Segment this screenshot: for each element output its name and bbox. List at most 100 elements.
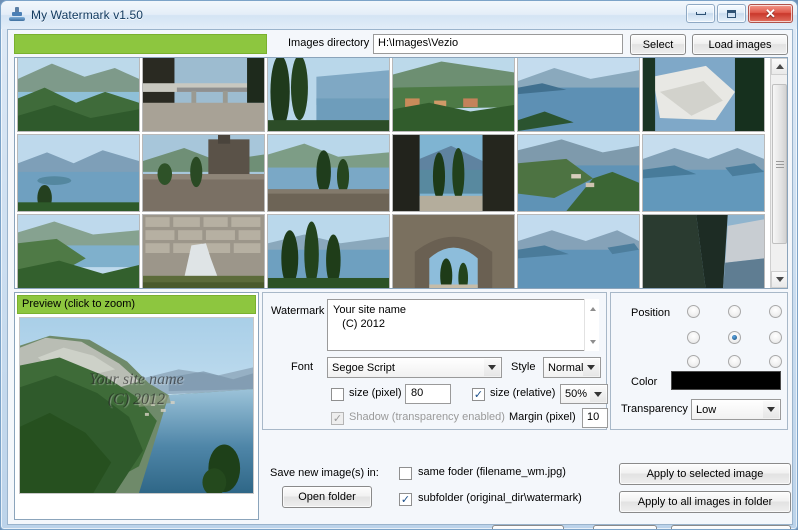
size-relative-checkbox[interactable] xyxy=(472,388,485,401)
margin-input[interactable]: 10 xyxy=(582,408,608,428)
thumbnail-item[interactable] xyxy=(392,214,515,288)
thumbnail-item[interactable] xyxy=(142,214,265,288)
images-directory-input[interactable]: H:\Images\Vezio xyxy=(373,34,623,54)
position-radio-middle-right[interactable] xyxy=(769,331,782,344)
thumbnail-grid-panel[interactable] xyxy=(14,57,788,289)
watermark-textarea-scrollbar[interactable] xyxy=(584,299,599,351)
title-bar: My Watermark v1.50 ✕ xyxy=(1,1,797,29)
style-select[interactable]: Normal xyxy=(543,357,601,378)
color-swatch[interactable] xyxy=(671,371,781,390)
window-title: My Watermark v1.50 xyxy=(31,8,144,22)
style-label: Style xyxy=(511,361,536,373)
chevron-down-icon[interactable] xyxy=(583,359,599,376)
position-settings-group: Position Color Transparency Low xyxy=(610,292,788,430)
application-window: My Watermark v1.50 ✕ Images directory H:… xyxy=(0,0,798,530)
watermark-settings-group: Watermark Your site name (C) 2012 Font S… xyxy=(262,292,608,430)
font-select[interactable]: Segoe Script xyxy=(327,357,502,378)
size-relative-select[interactable]: 50% xyxy=(560,384,608,404)
preview-image[interactable]: Your site name (C) 2012 xyxy=(19,317,254,494)
thumbnail-item[interactable] xyxy=(517,58,640,132)
thumbnail-item[interactable] xyxy=(267,214,390,288)
position-radio-bottom-right[interactable] xyxy=(769,355,782,368)
font-label: Font xyxy=(291,361,314,373)
open-folder-button[interactable]: Open folder xyxy=(282,486,372,508)
thumbnail-item[interactable] xyxy=(267,58,390,132)
scroll-up-icon[interactable] xyxy=(585,301,600,316)
thumbnail-item[interactable] xyxy=(17,58,140,132)
size-pixel-label: size (pixel) xyxy=(349,387,402,399)
size-relative-label: size (relative) xyxy=(490,387,556,399)
apply-to-selected-image-button[interactable]: Apply to selected image xyxy=(619,463,791,485)
thumbnail-item[interactable] xyxy=(392,58,515,132)
thumbnail-item[interactable] xyxy=(142,58,265,132)
same-folder-label: same foder (filename_wm.jpg) xyxy=(418,466,566,478)
save-destination-label: Save new image(s) in: xyxy=(270,467,379,479)
position-radio-bottom-left[interactable] xyxy=(687,355,700,368)
chevron-down-icon[interactable] xyxy=(484,359,500,376)
scroll-down-icon[interactable] xyxy=(585,334,600,349)
position-radio-middle-left[interactable] xyxy=(687,331,700,344)
minimize-button[interactable] xyxy=(686,4,715,23)
margin-label: Margin (pixel) xyxy=(509,411,576,423)
images-directory-label: Images directory xyxy=(288,37,370,49)
donate-and-register-button[interactable]: Donate and register xyxy=(671,525,791,529)
scrollbar-thumb[interactable] xyxy=(772,84,787,244)
size-pixel-input[interactable]: 80 xyxy=(405,384,451,404)
watermark-label: Watermark xyxy=(271,305,325,317)
position-radio-top-right[interactable] xyxy=(769,305,782,318)
about-button[interactable]: About xyxy=(593,525,657,529)
thumbnail-item[interactable] xyxy=(642,214,765,288)
select-button[interactable]: Select xyxy=(630,34,686,55)
load-images-button[interactable]: Load images xyxy=(692,34,788,55)
style-value: Normal xyxy=(548,361,584,374)
thumbnail-item[interactable] xyxy=(517,134,640,212)
position-radio-bottom-center[interactable] xyxy=(728,355,741,368)
maximize-icon xyxy=(727,9,736,18)
verify-now-button[interactable]: Verify now xyxy=(492,525,564,529)
client-area: Images directory H:\Images\Vezio Select … xyxy=(7,29,793,529)
stamp-icon xyxy=(9,7,25,23)
position-radio-top-center[interactable] xyxy=(728,305,741,318)
grid-scrollbar[interactable] xyxy=(770,58,787,288)
minimize-icon xyxy=(695,12,706,15)
color-label: Color xyxy=(631,376,658,388)
subfolder-label: subfolder (original_dir\watermark) xyxy=(418,492,582,504)
thumbnail-item[interactable] xyxy=(392,134,515,212)
scroll-up-icon[interactable] xyxy=(771,58,787,75)
close-icon: ✕ xyxy=(765,6,776,21)
apply-to-all-images-button[interactable]: Apply to all images in folder xyxy=(619,491,791,513)
maximize-button[interactable] xyxy=(717,4,746,23)
size-pixel-checkbox[interactable] xyxy=(331,388,344,401)
watermark-text-input[interactable]: Your site name (C) 2012 xyxy=(327,299,599,351)
chevron-down-icon[interactable] xyxy=(590,386,606,402)
position-label: Position xyxy=(631,307,671,319)
thumbnail-grid xyxy=(15,58,767,288)
preview-header-label: Preview (click to zoom) xyxy=(17,295,256,314)
thumbnail-item[interactable] xyxy=(642,58,765,132)
size-relative-value: 50% xyxy=(565,388,588,400)
thumbnail-item[interactable] xyxy=(517,214,640,288)
shadow-checkbox xyxy=(331,412,344,425)
scrollbar-grip-icon xyxy=(775,159,784,170)
transparency-label: Transparency xyxy=(621,403,688,415)
preview-panel[interactable]: Preview (click to zoom) Your site name (… xyxy=(14,292,259,520)
subfolder-checkbox[interactable] xyxy=(399,493,412,506)
position-radio-top-left[interactable] xyxy=(687,305,700,318)
close-button[interactable]: ✕ xyxy=(748,4,793,23)
thumbnail-item[interactable] xyxy=(142,134,265,212)
toolbar: Images directory H:\Images\Vezio Select … xyxy=(8,30,792,57)
position-radio-middle-center[interactable] xyxy=(728,331,741,344)
transparency-select[interactable]: Low xyxy=(691,399,781,420)
shadow-label: Shadow (transparency enabled) xyxy=(349,411,505,423)
thumbnail-item[interactable] xyxy=(642,134,765,212)
thumbnail-item[interactable] xyxy=(17,134,140,212)
transparency-value: Low xyxy=(696,403,717,416)
status-progress-bar xyxy=(14,34,267,54)
same-folder-checkbox[interactable] xyxy=(399,467,412,480)
thumbnail-item[interactable] xyxy=(267,134,390,212)
window-controls: ✕ xyxy=(686,4,793,23)
chevron-down-icon[interactable] xyxy=(763,401,779,418)
thumbnail-item[interactable] xyxy=(17,214,140,288)
font-value: Segoe Script xyxy=(332,361,395,374)
scroll-down-icon[interactable] xyxy=(771,271,787,288)
